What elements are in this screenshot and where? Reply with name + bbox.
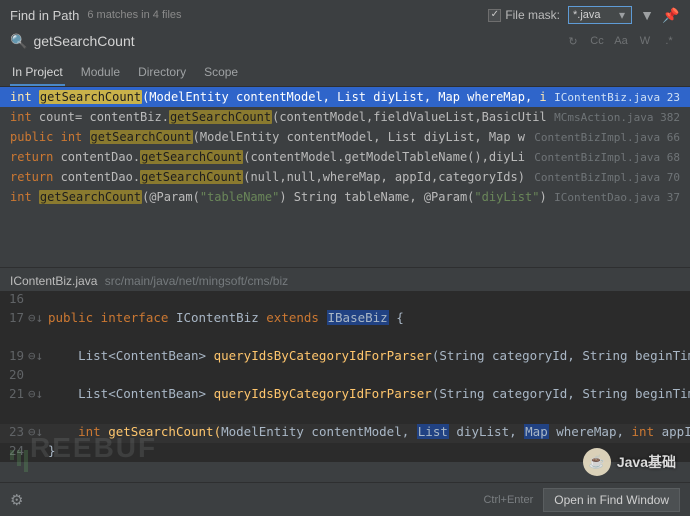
tab-module[interactable]: Module (79, 62, 122, 86)
editor-line[interactable]: 16 (0, 291, 690, 310)
preview-header: IContentBiz.java src/main/java/net/mings… (0, 267, 690, 291)
history-icon[interactable]: ↻ (562, 32, 584, 50)
editor-line[interactable] (0, 405, 690, 424)
search-icon: 🔍 (10, 33, 27, 50)
file-mask-input[interactable] (573, 9, 615, 21)
match-case-aa-toggle[interactable]: Aa (610, 32, 632, 50)
filter-icon[interactable]: ▼ (638, 7, 656, 23)
results-list[interactable]: int getSearchCount(ModelEntity contentMo… (0, 87, 690, 207)
file-mask-dropdown-icon[interactable]: ▾ (615, 8, 629, 22)
scope-tabs: In Project Module Directory Scope (0, 58, 690, 87)
result-row[interactable]: int getSearchCount(ModelEntity contentMo… (0, 87, 690, 107)
match-summary: 6 matches in 4 files (87, 9, 181, 21)
shortcut-hint: Ctrl+Enter (483, 494, 533, 506)
result-row[interactable]: return contentDao.getSearchCount(content… (0, 147, 690, 167)
editor-line[interactable]: 21⊖↓ List<ContentBean> queryIdsByCategor… (0, 386, 690, 405)
file-mask-field[interactable]: ▾ (568, 6, 632, 24)
editor-line[interactable] (0, 329, 690, 348)
result-row[interactable]: return contentDao.getSearchCount(null,nu… (0, 167, 690, 187)
regex-toggle[interactable]: .* (658, 32, 680, 50)
watermark-text: Java基础 (617, 452, 676, 472)
tab-in-project[interactable]: In Project (10, 62, 65, 86)
result-row[interactable]: public int getSearchCount(ModelEntity co… (0, 127, 690, 147)
pin-icon[interactable]: 📌 (662, 7, 680, 24)
open-in-find-window-button[interactable]: Open in Find Window (543, 488, 680, 512)
dialog-title: Find in Path (10, 8, 79, 23)
channel-watermark: ☕ Java基础 (583, 448, 676, 476)
tab-directory[interactable]: Directory (136, 62, 188, 86)
preview-path: src/main/java/net/mingsoft/cms/biz (105, 274, 288, 288)
gear-icon[interactable]: ⚙ (10, 491, 23, 509)
preview-filename: IContentBiz.java (10, 274, 97, 288)
avatar: ☕ (583, 448, 611, 476)
result-row[interactable]: int count= contentBiz.getSearchCount(con… (0, 107, 690, 127)
file-mask-label: File mask: (505, 8, 560, 22)
result-row[interactable]: int getSearchCount(@Param("tableName") S… (0, 187, 690, 207)
words-toggle[interactable]: W (634, 32, 656, 50)
editor-line[interactable]: 17⊖↓public interface IContentBiz extends… (0, 310, 690, 329)
search-input[interactable] (33, 33, 560, 49)
background-brand: REEBUF (10, 432, 157, 472)
editor-line[interactable]: 19⊖↓ List<ContentBean> queryIdsByCategor… (0, 348, 690, 367)
file-mask-checkbox[interactable] (488, 9, 501, 22)
editor-line[interactable]: 20 (0, 367, 690, 386)
match-case-toggle[interactable]: Cc (586, 32, 608, 50)
tab-scope[interactable]: Scope (202, 62, 240, 86)
